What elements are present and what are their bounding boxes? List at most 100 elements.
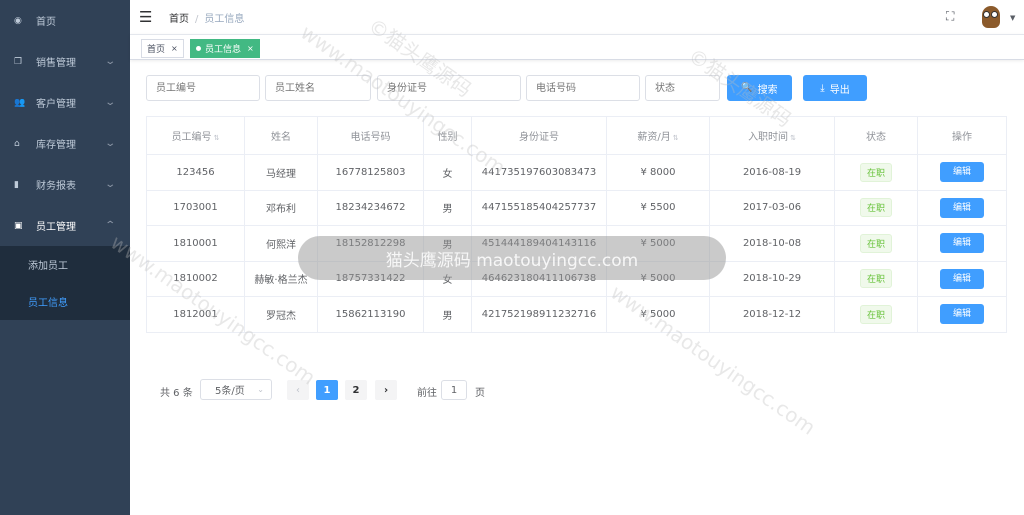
cell-salary: ¥ 5000 [606, 296, 710, 333]
page-number[interactable]: 2 [345, 380, 367, 400]
sort-icon[interactable]: ⇅ [214, 134, 220, 142]
cell-gender: 男 [423, 225, 472, 262]
page-size-select[interactable]: 5条/页 ⌄ [200, 379, 272, 400]
breadcrumb: 首页 / 员工信息 [169, 10, 244, 25]
submenu-item-add-employee[interactable]: 添加员工 [0, 246, 130, 283]
cell-hire-date: 2016-08-19 [709, 154, 835, 191]
chevron-up-icon: ⌃ [104, 220, 117, 231]
cell-status: 在职 [834, 189, 918, 226]
column-header-label: 薪资/月 [637, 132, 671, 143]
cell-phone: 16778125803 [317, 154, 424, 191]
sidebar-item-employees[interactable]: ▣ 员工管理 ⌃ [0, 205, 130, 246]
cell-gender: 男 [423, 296, 472, 333]
search-icon: 🔍 [741, 83, 753, 93]
employee-table: 员工编号 ⇅ 姓名 电话号码 性别 身份证号 薪资/月 ⇅ 入职时间 ⇅ 状态 操作 … [146, 116, 1007, 333]
sidebar-item-home[interactable]: ◉ 首页 [0, 0, 130, 41]
cell-action: 编辑 [917, 189, 1007, 226]
dashboard-icon: ◉ [14, 15, 22, 26]
sidebar-item-sales[interactable]: ❐ 销售管理 ⌄ [0, 41, 130, 82]
id-card-input[interactable] [377, 75, 521, 101]
column-header-label: 员工编号 [171, 132, 212, 143]
employee-name-input[interactable] [265, 75, 371, 101]
column-header[interactable]: 入职时间 ⇅ [709, 116, 835, 155]
search-button[interactable]: 🔍 搜索 [727, 75, 792, 101]
cell-gender: 女 [423, 260, 472, 297]
table-row: 1703001 邓布利 18234234672 男 44715518540425… [146, 189, 1007, 226]
close-icon[interactable]: × [247, 44, 254, 53]
edit-button[interactable]: 编辑 [940, 197, 984, 218]
sort-icon[interactable]: ⇅ [790, 134, 796, 142]
goto-label: 前往 [417, 388, 437, 399]
tag-home[interactable]: 首页 × [141, 39, 184, 58]
sidebar-item-finance[interactable]: ▮ 财务报表 ⌄ [0, 164, 130, 205]
column-header: 操作 [917, 116, 1007, 155]
sidebar-item-label: 销售管理 [36, 58, 76, 69]
sidebar-item-inventory[interactable]: ⌂ 库存管理 ⌄ [0, 123, 130, 164]
column-header[interactable]: 员工编号 ⇅ [146, 116, 245, 155]
chevron-down-icon: ⌄ [104, 138, 117, 149]
submenu-item-employee-info[interactable]: 员工信息 [0, 283, 130, 320]
edit-button[interactable]: 编辑 [940, 268, 984, 289]
cell-action: 编辑 [917, 225, 1007, 262]
caret-down-icon[interactable]: ▼ [1010, 14, 1015, 22]
export-button[interactable]: ⤓ 导出 [803, 75, 867, 101]
status-badge: 在职 [859, 233, 892, 253]
chevron-down-icon: ⌄ [257, 385, 264, 394]
chevron-down-icon: ⌄ [104, 56, 117, 67]
next-page-button[interactable]: › [375, 380, 397, 400]
active-dot [196, 46, 201, 51]
cell-action: 编辑 [917, 296, 1007, 333]
cell-status: 在职 [834, 225, 918, 262]
cell-phone: 18757331422 [317, 260, 424, 297]
table-row: 1810001 何熙洋 18152812298 男 45144418940414… [146, 225, 1007, 262]
table-row: 123456 马经理 16778125803 女 441735197603083… [146, 154, 1007, 191]
fullscreen-icon[interactable]: ⛶ [946, 9, 954, 24]
sort-icon[interactable]: ⇅ [673, 134, 679, 142]
close-icon[interactable]: × [171, 44, 178, 53]
cell-id-card: 451444189404143116 [471, 225, 607, 262]
breadcrumb-current: 员工信息 [204, 13, 245, 25]
cell-id: 123456 [146, 154, 245, 191]
cell-hire-date: 2017-03-06 [709, 189, 835, 226]
cell-salary: ¥ 5000 [606, 225, 710, 262]
status-badge: 在职 [859, 269, 892, 289]
cell-id-card: 464623180411106738 [471, 260, 607, 297]
sidebar-item-customers[interactable]: 👥 客户管理 ⌄ [0, 82, 130, 123]
cell-status: 在职 [834, 154, 918, 191]
id-badge-icon: ▣ [14, 220, 23, 231]
column-header: 电话号码 [317, 116, 424, 155]
edit-button[interactable]: 编辑 [940, 162, 984, 183]
prev-page-button[interactable]: ‹ [287, 380, 309, 400]
cell-id: 1810001 [146, 225, 245, 262]
page-number[interactable]: 1 [316, 380, 338, 400]
cell-phone: 15862113190 [317, 296, 424, 333]
avatar[interactable] [980, 5, 1002, 29]
status-select[interactable] [645, 75, 720, 101]
cell-name: 赫敏·格兰杰 [244, 260, 318, 297]
hamburger-menu-icon[interactable]: ☰ [139, 9, 153, 25]
cell-id-card: 447155185404257737 [471, 189, 607, 226]
column-header[interactable]: 薪资/月 ⇅ [606, 116, 710, 155]
cell-id: 1703001 [146, 189, 245, 226]
cell-hire-date: 2018-10-29 [709, 260, 835, 297]
table-row: 1810002 赫敏·格兰杰 18757331422 女 46462318041… [146, 260, 1007, 297]
download-icon: ⤓ [820, 82, 825, 94]
edit-button[interactable]: 编辑 [940, 304, 984, 325]
phone-input[interactable] [526, 75, 640, 101]
copy-icon: ❐ [14, 56, 23, 67]
cell-status: 在职 [834, 260, 918, 297]
column-header: 身份证号 [471, 116, 607, 155]
breadcrumb-home[interactable]: 首页 [169, 14, 189, 25]
tag-label: 员工信息 [205, 45, 242, 55]
tag-employee-info[interactable]: 员工信息 × [190, 39, 260, 58]
column-header: 姓名 [244, 116, 318, 155]
goto-page-input[interactable] [441, 380, 467, 400]
edit-button[interactable]: 编辑 [940, 233, 984, 254]
pagination-total: 共 6 条 [160, 388, 193, 399]
employee-id-input[interactable] [146, 75, 260, 101]
goto-suffix: 页 [475, 388, 485, 399]
tag-label: 首页 [147, 45, 166, 55]
export-button-label: 导出 [829, 84, 850, 96]
status-badge: 在职 [859, 162, 892, 182]
cell-name: 邓布利 [244, 189, 318, 226]
